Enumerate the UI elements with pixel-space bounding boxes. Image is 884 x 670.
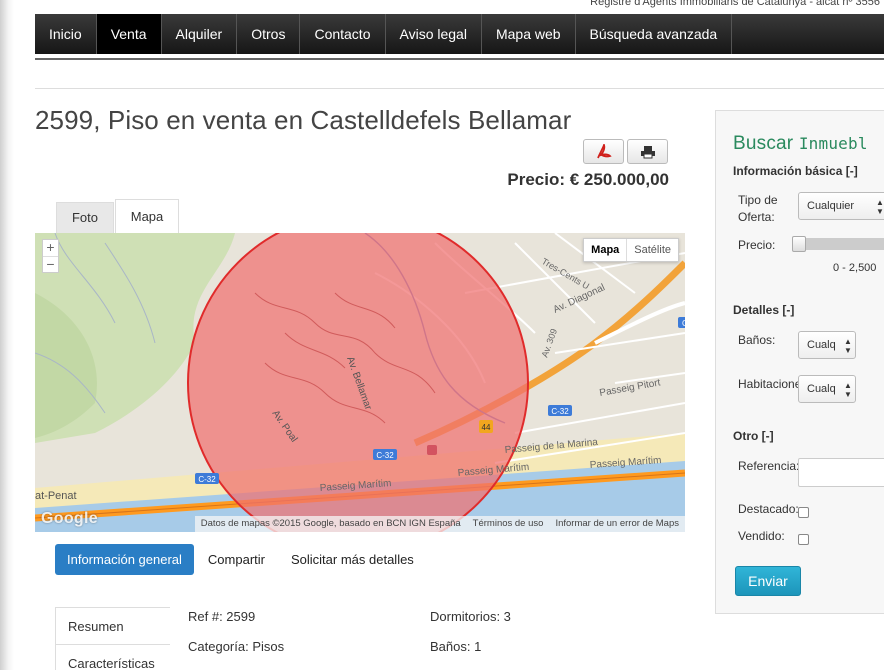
detail-banos: Baños: 1	[430, 639, 482, 654]
info-tabs: Información general Compartir Solicitar …	[55, 544, 428, 575]
listing-price: Precio: € 250.000,00	[507, 170, 669, 189]
location-map[interactable]: C-32 C-32 C-32 44 C Av. Diagonal Tres-Ce…	[35, 233, 685, 532]
tab-mapa[interactable]: Mapa	[115, 199, 179, 233]
pdf-icon	[596, 143, 612, 158]
map-label-44: 44	[482, 423, 491, 432]
media-tabs: Foto Mapa	[35, 199, 685, 233]
tab-solicitar-detalles[interactable]: Solicitar más detalles	[279, 544, 426, 575]
map-type-control: Mapa Satélite	[583, 238, 679, 262]
vendido-checkbox[interactable]	[798, 534, 809, 545]
precio-slider-handle[interactable]	[792, 236, 806, 252]
map-label-c32-b: C-32	[376, 451, 394, 460]
map-terms-link[interactable]: Términos de uso	[467, 516, 550, 532]
destacado-checkbox[interactable]	[798, 507, 809, 518]
precio-slider-track[interactable]	[796, 238, 884, 250]
banos-value: Cualq	[807, 339, 836, 351]
select-arrows-icon: ▲ ▼	[844, 337, 852, 355]
page-left-shadow	[0, 0, 14, 670]
nav-divider	[35, 58, 884, 60]
nav-item-contacto[interactable]: Contacto	[300, 14, 386, 54]
map-type-satelite[interactable]: Satélite	[627, 239, 678, 261]
detail-ref: Ref #: 2599	[188, 609, 256, 624]
select-arrows-icon: ▲ ▼	[844, 381, 852, 399]
precio-range: 0 - 2,500	[833, 262, 877, 274]
nav-item-aviso-legal[interactable]: Aviso legal	[386, 14, 482, 54]
referencia-input[interactable]	[798, 458, 884, 487]
map-label-c32-c: C-32	[198, 475, 216, 484]
tipo-oferta-label: Tipo de Oferta:	[738, 193, 778, 224]
submit-button[interactable]: Enviar	[735, 566, 801, 596]
details-heading[interactable]: Detalles [-]	[733, 303, 794, 317]
nav-item-otros[interactable]: Otros	[237, 14, 301, 54]
tipo-oferta-select[interactable]: Cualquier ▲ ▼	[798, 192, 884, 220]
tab-caracteristicas[interactable]: Características	[55, 645, 170, 670]
header-divider	[35, 88, 884, 89]
tab-informacion-general[interactable]: Información general	[55, 544, 194, 575]
print-icon	[640, 145, 655, 158]
nav-item-venta[interactable]: Venta	[96, 14, 162, 54]
search-sidebar: Buscar Inmuebl Información básica [-] Ti…	[715, 110, 884, 614]
map-type-mapa[interactable]: Mapa	[584, 239, 628, 261]
tipo-oferta-value: Cualquier	[807, 200, 855, 212]
referencia-label: Referencia:	[738, 459, 800, 473]
map-zoom-control: + −	[42, 239, 59, 273]
detail-categoria: Categoría: Pisos	[188, 639, 285, 654]
print-button[interactable]	[627, 139, 668, 164]
nav-item-inicio[interactable]: Inicio	[35, 14, 97, 54]
sidebar-title: Buscar Inmuebl	[733, 133, 868, 155]
tab-compartir[interactable]: Compartir	[196, 544, 277, 575]
registry-text: Registre d'Agents Immobiliaris de Catalu…	[590, 0, 880, 8]
map-canvas: C-32 C-32 C-32 44 C Av. Diagonal Tres-Ce…	[35, 233, 685, 532]
sidebar-title-word2: Inmuebl	[798, 134, 868, 153]
page-title: 2599, Piso en venta en Castelldefels Bel…	[35, 105, 572, 135]
nav-item-mapa-web[interactable]: Mapa web	[482, 14, 576, 54]
habitaciones-value: Cualq	[807, 383, 836, 395]
habitaciones-select[interactable]: Cualq ▲ ▼	[798, 375, 856, 403]
vendido-label: Vendido:	[738, 529, 785, 543]
nav-item-alquiler[interactable]: Alquiler	[162, 14, 238, 54]
detail-side-tabs: Resumen Características	[55, 607, 170, 670]
banos-select[interactable]: Cualq ▲ ▼	[798, 331, 856, 359]
google-logo: Google	[41, 510, 98, 527]
map-footer: Datos de mapas ©2015 Google, basado en B…	[194, 516, 685, 532]
zoom-in-button[interactable]: +	[43, 240, 58, 256]
tab-resumen[interactable]: Resumen	[55, 607, 170, 645]
map-report-link[interactable]: Informar de un error de Maps	[549, 516, 685, 532]
map-attribution: Datos de mapas ©2015 Google, basado en B…	[200, 518, 461, 529]
map-label-edge-marker: C	[682, 319, 685, 328]
precio-label: Precio:	[738, 238, 776, 252]
select-arrows-icon: ▲ ▼	[876, 198, 884, 216]
pdf-button[interactable]	[583, 139, 624, 164]
map-label-at-penat: at-Penat	[35, 490, 77, 502]
tab-foto[interactable]: Foto	[56, 202, 114, 233]
main-nav: Inicio Venta Alquiler Otros Contacto Avi…	[35, 14, 884, 54]
detail-dormitorios: Dormitorios: 3	[430, 609, 511, 624]
map-label-c32-a: C-32	[551, 407, 569, 416]
nav-item-busqueda-avanzada[interactable]: Búsqueda avanzada	[576, 14, 733, 54]
banos-label: Baños:	[738, 333, 776, 347]
otro-heading[interactable]: Otro [-]	[733, 429, 774, 443]
habitaciones-label: Habitacione	[738, 377, 802, 391]
destacado-label: Destacado:	[738, 502, 799, 516]
zoom-out-button[interactable]: −	[43, 256, 58, 272]
basic-info-heading[interactable]: Información básica [-]	[733, 164, 858, 178]
sidebar-title-word1: Buscar	[733, 133, 794, 154]
